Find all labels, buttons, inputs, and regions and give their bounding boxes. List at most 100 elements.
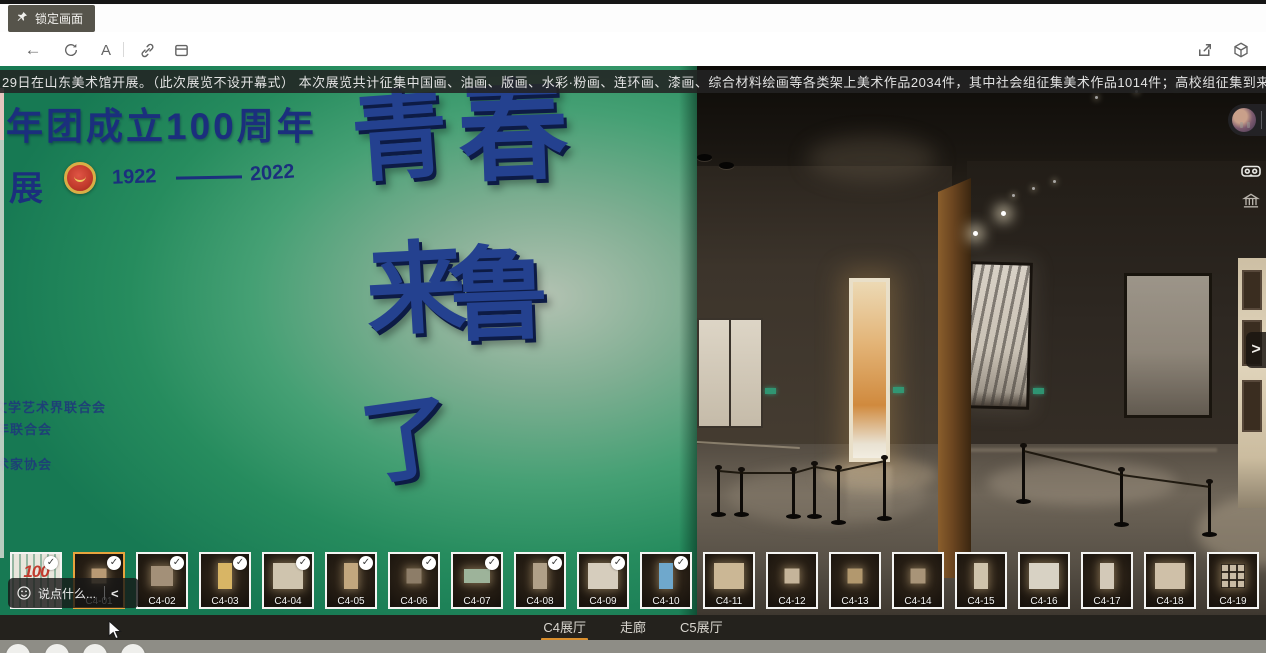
card-icon <box>173 42 190 59</box>
stanchion-post <box>1022 446 1025 501</box>
toolbar-divider <box>123 42 124 57</box>
artwork-canvas <box>1127 276 1209 415</box>
year-start: 1922 <box>112 165 157 190</box>
pin-button-label: 锁定画面 <box>35 10 83 27</box>
thumbnail-C4-13[interactable]: C4-13 <box>829 552 881 609</box>
thumbnail-label: C4-08 <box>516 596 564 607</box>
news-marquee: 29日在山东美术馆开展。（此次展览不设开幕式） 本次展览共计征集中国画、油画、版… <box>0 70 1266 93</box>
panorama-left-edge <box>0 88 4 558</box>
org-line-3: 术家协会 <box>0 454 52 473</box>
mini-artwork <box>1242 270 1262 310</box>
artwork-canvas <box>853 282 886 458</box>
org-line-1: 文学艺术界联合会 <box>0 397 106 416</box>
thumbnail-artwork <box>848 569 863 584</box>
checked-icon: ✓ <box>611 556 625 570</box>
vr-goggles-icon <box>1239 159 1263 183</box>
gallery-interior <box>697 66 1266 615</box>
thumbnail-C4-06[interactable]: C4-06✓ <box>388 552 440 609</box>
chat-collapse-button[interactable]: < <box>111 586 119 601</box>
back-button[interactable]: ← <box>22 39 44 61</box>
calligraphy-char-4: 鲁 <box>446 242 551 347</box>
thumbnail-label: C4-11 <box>705 596 753 607</box>
thumbnail-C4-03[interactable]: C4-03✓ <box>199 552 251 609</box>
share-button[interactable] <box>1194 39 1216 61</box>
marquee-text: 29日在山东美术馆开展。（此次展览不设开幕式） 本次展览共计征集中国画、油画、版… <box>0 72 1266 91</box>
thumbnail-label: C4-09 <box>579 596 627 607</box>
chat-bar[interactable]: 说点什么... < <box>8 578 139 608</box>
thumbnail-artwork <box>464 569 490 583</box>
chat-divider <box>104 586 105 600</box>
thumbnail-C4-05[interactable]: C4-05✓ <box>325 552 377 609</box>
thumbnail-C4-02[interactable]: C4-02✓ <box>136 552 188 609</box>
link-icon <box>139 42 156 59</box>
exit-sign <box>893 387 904 393</box>
mini-artwork <box>1242 380 1262 432</box>
thumbnail-C4-15[interactable]: C4-15 <box>955 552 1007 609</box>
thumbnail-label: C4-17 <box>1083 596 1131 607</box>
thumbnail-C4-18[interactable]: C4-18 <box>1144 552 1196 609</box>
baseboard-light <box>967 448 1217 452</box>
thumbnail-label: C4-03 <box>201 596 249 607</box>
next-scene-button[interactable]: > <box>1246 332 1266 368</box>
checked-icon: ✓ <box>422 556 436 570</box>
thumbnail-label: C4-16 <box>1020 596 1068 607</box>
tab-C4展厅[interactable]: C4展厅 <box>541 615 588 641</box>
org-line-2: 年联合会 <box>0 419 52 438</box>
tab-走廊[interactable]: 走廊 <box>618 615 648 641</box>
thumbnail-artwork <box>1029 563 1059 589</box>
checked-icon: ✓ <box>674 556 688 570</box>
youth-league-badge-icon <box>64 162 96 194</box>
thumbnail-label: C4-05 <box>327 596 375 607</box>
thumbnail-C4-16[interactable]: C4-16 <box>1018 552 1070 609</box>
thumbnail-C4-11[interactable]: C4-11 <box>703 552 755 609</box>
thumbnail-artwork <box>1155 563 1185 589</box>
diptych-panel <box>699 320 729 426</box>
refresh-button[interactable] <box>60 39 82 61</box>
emoji-button[interactable] <box>16 585 32 601</box>
thumbnail-label: C4-10 <box>642 596 690 607</box>
thumbnail-C4-07[interactable]: C4-07✓ <box>451 552 503 609</box>
thumbnail-C4-14[interactable]: C4-14 <box>892 552 944 609</box>
thumbnail-label: C4-15 <box>957 596 1005 607</box>
thumbnail-artwork <box>407 569 422 584</box>
panorama-viewport[interactable]: 年团成立100周年 展 1922 2022 青春来鲁了 文学艺术界联合会 年联合… <box>0 66 1266 615</box>
ceiling-can-light <box>697 154 712 161</box>
panorama-left-edge-top <box>0 90 4 140</box>
spotlight <box>973 231 978 236</box>
thumbnail-C4-17[interactable]: C4-17 <box>1081 552 1133 609</box>
thumbnail-C4-09[interactable]: C4-09 ✓ <box>577 552 629 609</box>
thumbnail-C4-19[interactable]: C4-19 <box>1207 552 1259 609</box>
thumbnail-label: C4-02 <box>138 596 186 607</box>
spotlight <box>1001 211 1006 216</box>
font-size-button[interactable]: A <box>95 39 117 61</box>
vr-mode-button[interactable] <box>1238 158 1264 184</box>
year-dash <box>176 175 242 179</box>
thumbnail-label: C4-13 <box>831 596 879 607</box>
lock-screen-pin-button[interactable]: 锁定画面 <box>8 5 95 32</box>
avatar <box>1232 108 1256 132</box>
thumbnail-C4-04[interactable]: C4-04✓ <box>262 552 314 609</box>
year-end: 2022 <box>249 160 295 186</box>
checked-icon: ✓ <box>44 556 58 570</box>
calligraphy-char-1: 青 <box>349 87 451 189</box>
floor-light-pool <box>987 461 1177 505</box>
app-window: 锁定画面 – × ← A <box>0 0 1266 653</box>
stanchion-post <box>883 458 886 518</box>
thumbnail-artwork <box>218 563 232 589</box>
thumbnail-C4-10[interactable]: C4-10 ✓ <box>640 552 692 609</box>
thumbnail-C4-08[interactable]: C4-08✓ <box>514 552 566 609</box>
chat-input[interactable]: 说点什么... <box>38 585 96 602</box>
save-window-button[interactable] <box>170 39 192 61</box>
far-right-wall <box>1238 258 1266 508</box>
user-badge[interactable]: 正 <box>1228 104 1266 136</box>
tab-C5展厅[interactable]: C5展厅 <box>678 615 725 641</box>
thumbnail-C4-12[interactable]: C4-12 <box>766 552 818 609</box>
thumbnail-label: C4-18 <box>1146 596 1194 607</box>
artwork-amber-scroll <box>849 278 890 462</box>
checked-icon: ✓ <box>296 556 310 570</box>
bottom-strip <box>0 640 1266 653</box>
thumbnail-label: C4-14 <box>894 596 942 607</box>
museum-map-button[interactable] <box>1240 190 1262 212</box>
model-3d-button[interactable] <box>1230 39 1252 61</box>
link-button[interactable] <box>136 39 158 61</box>
